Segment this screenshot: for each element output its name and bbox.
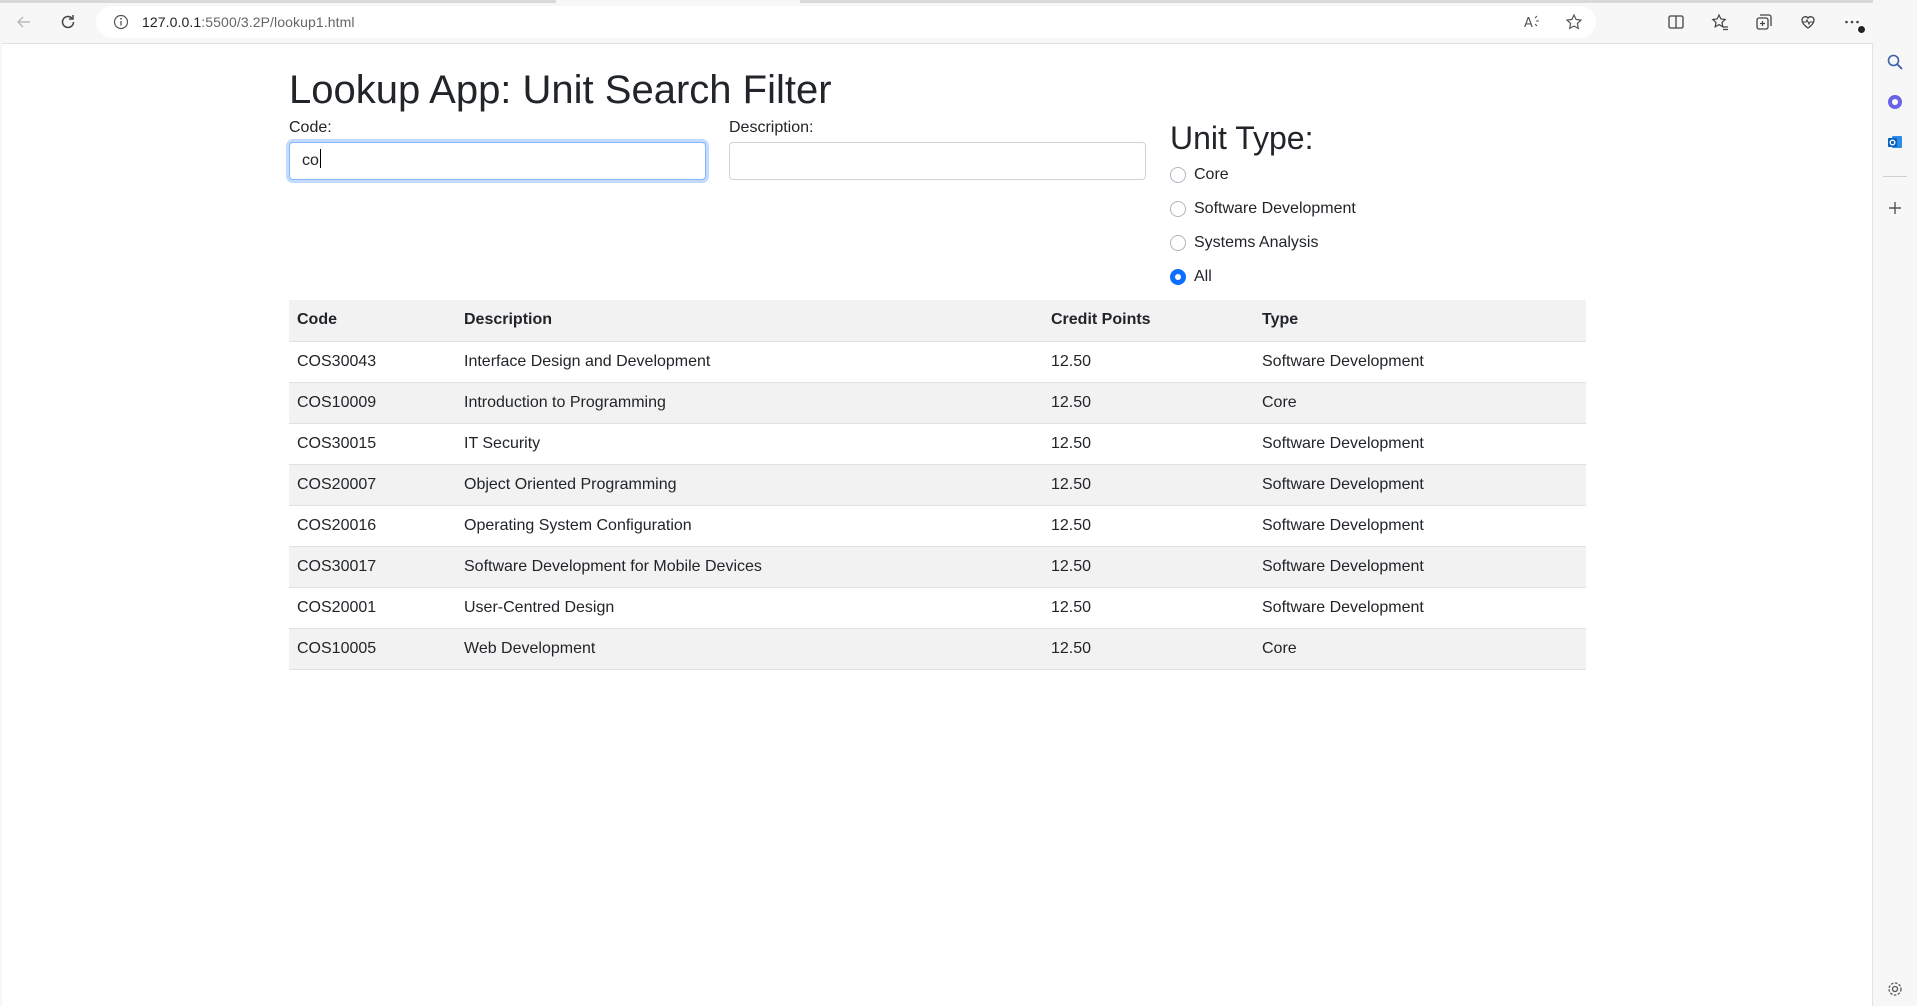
- url-host: 127.0.0.1: [142, 14, 202, 30]
- refresh-icon[interactable]: [54, 8, 82, 36]
- cell-description: Operating System Configuration: [456, 505, 1043, 547]
- radio-button[interactable]: [1170, 235, 1186, 251]
- outlook-icon[interactable]: [1881, 128, 1909, 156]
- copilot-apps-icon[interactable]: [1881, 88, 1909, 116]
- cell-description: Web Development: [456, 628, 1043, 670]
- table-header-row: Code Description Credit Points Type: [289, 300, 1586, 342]
- cell-description: Introduction to Programming: [456, 382, 1043, 424]
- url-text: 127.0.0.1:5500/3.2P/lookup1.html: [142, 14, 355, 30]
- radio-label: Core: [1194, 166, 1229, 183]
- cell-type: Software Development: [1254, 464, 1586, 506]
- unit-type-heading: Unit Type:: [1170, 120, 1314, 156]
- cell-type: Software Development: [1254, 505, 1586, 547]
- cell-code: COS20001: [289, 587, 456, 629]
- cell-credit-points: 12.50: [1043, 587, 1254, 629]
- split-screen-icon[interactable]: [1662, 8, 1690, 36]
- cell-type: Software Development: [1254, 423, 1586, 465]
- table-row: COS30043 Interface Design and Developmen…: [289, 341, 1586, 383]
- table-row: COS10009 Introduction to Programming 12.…: [289, 382, 1586, 424]
- radio-button[interactable]: [1170, 167, 1186, 183]
- cell-code: COS20007: [289, 464, 456, 506]
- cell-description: Software Development for Mobile Devices: [456, 546, 1043, 588]
- cell-description: IT Security: [456, 423, 1043, 465]
- search-icon[interactable]: [1881, 48, 1909, 76]
- cell-credit-points: 12.50: [1043, 464, 1254, 506]
- cell-type: Core: [1254, 628, 1586, 670]
- tab-indicator: [0, 0, 556, 3]
- settings-gear-icon[interactable]: [1881, 975, 1909, 1003]
- text-caret: [319, 149, 321, 168]
- back-arrow-icon[interactable]: [10, 8, 38, 36]
- cell-type: Core: [1254, 382, 1586, 424]
- more-options-icon[interactable]: [1838, 8, 1866, 36]
- cell-code: COS30043: [289, 341, 456, 383]
- table-row: COS10005 Web Development 12.50 Core: [289, 628, 1586, 670]
- svg-text:A: A: [1524, 16, 1533, 31]
- sidebar-divider: [1883, 176, 1907, 177]
- description-input[interactable]: [729, 142, 1146, 180]
- browser-essentials-icon[interactable]: [1794, 8, 1822, 36]
- radio-label: Software Development: [1194, 200, 1356, 217]
- page-title: Lookup App: Unit Search Filter: [289, 68, 832, 112]
- table-row: COS30015 IT Security 12.50 Software Deve…: [289, 423, 1586, 465]
- table-row: COS20001 User-Centred Design 12.50 Softw…: [289, 587, 1586, 629]
- cell-code: COS20016: [289, 505, 456, 547]
- cell-type: Software Development: [1254, 546, 1586, 588]
- cell-code: COS10005: [289, 628, 456, 670]
- code-input[interactable]: co: [289, 142, 706, 180]
- cell-credit-points: 12.50: [1043, 546, 1254, 588]
- description-label: Description:: [729, 119, 814, 136]
- cell-code: COS10009: [289, 382, 456, 424]
- cell-credit-points: 12.50: [1043, 505, 1254, 547]
- address-bar[interactable]: 127.0.0.1:5500/3.2P/lookup1.html A: [96, 6, 1596, 38]
- radio-core[interactable]: Core: [1170, 166, 1229, 184]
- favorites-icon[interactable]: [1706, 8, 1734, 36]
- cell-description: Object Oriented Programming: [456, 464, 1043, 506]
- cell-credit-points: 12.50: [1043, 382, 1254, 424]
- page-viewport: Lookup App: Unit Search Filter Code: co …: [2, 43, 1873, 1006]
- cell-code: COS30017: [289, 546, 456, 588]
- cell-type: Software Development: [1254, 341, 1586, 383]
- header-code: Code: [289, 300, 456, 342]
- cell-credit-points: 12.50: [1043, 628, 1254, 670]
- info-icon[interactable]: [113, 14, 129, 30]
- units-table: Code Description Credit Points Type COS3…: [289, 300, 1586, 670]
- header-credit-points: Credit Points: [1043, 300, 1254, 342]
- cell-credit-points: 12.50: [1043, 423, 1254, 465]
- read-aloud-icon[interactable]: A: [1518, 8, 1546, 36]
- collections-icon[interactable]: [1750, 8, 1778, 36]
- cell-credit-points: 12.50: [1043, 341, 1254, 383]
- table-row: COS20007 Object Oriented Programming 12.…: [289, 464, 1586, 506]
- header-description: Description: [456, 300, 1043, 342]
- favorite-star-icon[interactable]: [1560, 8, 1588, 36]
- radio-systems-analysis[interactable]: Systems Analysis: [1170, 234, 1318, 252]
- toolbar-actions: [1662, 8, 1904, 36]
- browser-toolbar: 127.0.0.1:5500/3.2P/lookup1.html A: [0, 0, 1917, 43]
- cell-description: User-Centred Design: [456, 587, 1043, 629]
- code-label: Code:: [289, 119, 332, 136]
- radio-label: All: [1194, 268, 1212, 285]
- add-icon[interactable]: [1881, 194, 1909, 222]
- header-type: Type: [1254, 300, 1586, 342]
- cell-code: COS30015: [289, 423, 456, 465]
- radio-all[interactable]: All: [1170, 268, 1212, 286]
- cell-description: Interface Design and Development: [456, 341, 1043, 383]
- cell-type: Software Development: [1254, 587, 1586, 629]
- table-row: COS20016 Operating System Configuration …: [289, 505, 1586, 547]
- radio-button[interactable]: [1170, 201, 1186, 217]
- notification-dot: [1857, 25, 1866, 34]
- browser-sidebar: [1873, 0, 1917, 1006]
- table-row: COS30017 Software Development for Mobile…: [289, 546, 1586, 588]
- tab-indicator: [800, 0, 1917, 3]
- url-path: :5500/3.2P/lookup1.html: [201, 14, 355, 30]
- code-input-value: co: [302, 152, 319, 169]
- radio-software-development[interactable]: Software Development: [1170, 200, 1356, 218]
- radio-label: Systems Analysis: [1194, 234, 1319, 251]
- radio-button-selected[interactable]: [1170, 269, 1186, 285]
